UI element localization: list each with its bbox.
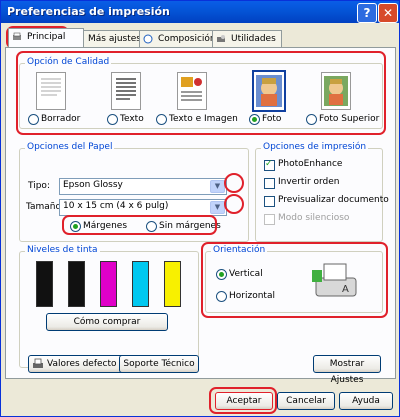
highlight-accept xyxy=(209,387,277,414)
chevron-down-icon[interactable]: ▼ xyxy=(210,201,225,214)
show-settings-button[interactable]: Mostrar Ajustes xyxy=(313,355,381,385)
photoenhance-checkbox[interactable] xyxy=(264,159,275,171)
paper-legend: Opciones del Papel xyxy=(25,142,115,152)
paper-size-select[interactable]: 10 x 15 cm (4 x 6 pulg) ▼ xyxy=(59,199,227,216)
ink-cartridge xyxy=(68,261,85,307)
ink-cartridge xyxy=(100,261,117,307)
help-title-button[interactable]: ? xyxy=(357,3,377,23)
ink-cartridge xyxy=(164,261,181,307)
print-preferences-window: Preferencias de impresión ? ✕ Principal … xyxy=(0,0,400,417)
tab-panel-principal: Opción de Calidad Borrador Texto Texto e… xyxy=(5,47,396,379)
highlight-orientation xyxy=(201,242,388,318)
ink-legend: Niveles de tinta xyxy=(25,245,100,255)
tab-label: Composición xyxy=(158,34,216,44)
layout-icon xyxy=(143,34,153,44)
window-title: Preferencias de impresión xyxy=(7,5,170,18)
how-to-buy-button[interactable]: Cómo comprar xyxy=(46,313,168,331)
highlight-margins xyxy=(62,215,217,235)
print-options-legend: Opciones de impresión xyxy=(261,142,369,152)
title-bar: Preferencias de impresión ? ✕ xyxy=(1,1,399,23)
highlight-type-arrow xyxy=(224,173,244,193)
tab-label: Principal xyxy=(27,32,66,42)
ink-cartridge xyxy=(36,261,53,307)
paper-type-select[interactable]: Epson Glossy ▼ xyxy=(59,178,227,195)
help-button[interactable]: Ayuda xyxy=(339,392,393,410)
cancel-button[interactable]: Cancelar xyxy=(277,392,335,410)
reverse-order-checkbox[interactable] xyxy=(264,178,275,189)
defaults-label: Valores defecto xyxy=(47,359,117,369)
tab-composicion[interactable]: Composición xyxy=(139,30,217,47)
defaults-button[interactable]: Valores defecto xyxy=(28,355,126,373)
highlight-size-arrow xyxy=(224,194,244,214)
preview-checkbox[interactable] xyxy=(264,196,275,207)
tab-strip: Principal Más ajustes Composición Utilid… xyxy=(5,28,395,48)
tab-label: Utilidades xyxy=(231,34,276,44)
tab-label: Más ajustes xyxy=(88,34,141,44)
quiet-mode-label: Modo silencioso xyxy=(278,213,350,223)
quiet-mode-checkbox xyxy=(264,214,275,225)
printer-icon xyxy=(33,358,43,368)
photoenhance-label: PhotoEnhance xyxy=(278,159,343,169)
ink-cartridge xyxy=(132,261,149,307)
preview-label: Previsualizar documento xyxy=(278,195,389,205)
paper-type-value: Epson Glossy xyxy=(63,180,123,190)
tab-principal[interactable]: Principal xyxy=(8,28,84,47)
tab-utilidades[interactable]: Utilidades xyxy=(212,30,282,47)
highlight-quality xyxy=(16,51,386,135)
paper-type-label: Tipo: xyxy=(28,181,50,191)
printer-icon xyxy=(13,32,21,40)
chevron-down-icon[interactable]: ▼ xyxy=(210,180,225,193)
reverse-order-label: Invertir orden xyxy=(278,177,340,187)
close-title-button[interactable]: ✕ xyxy=(378,3,398,23)
utilities-icon xyxy=(217,35,225,42)
tech-support-button[interactable]: Soporte Técnico xyxy=(119,355,199,373)
paper-size-value: 10 x 15 cm (4 x 6 pulg) xyxy=(63,201,169,211)
